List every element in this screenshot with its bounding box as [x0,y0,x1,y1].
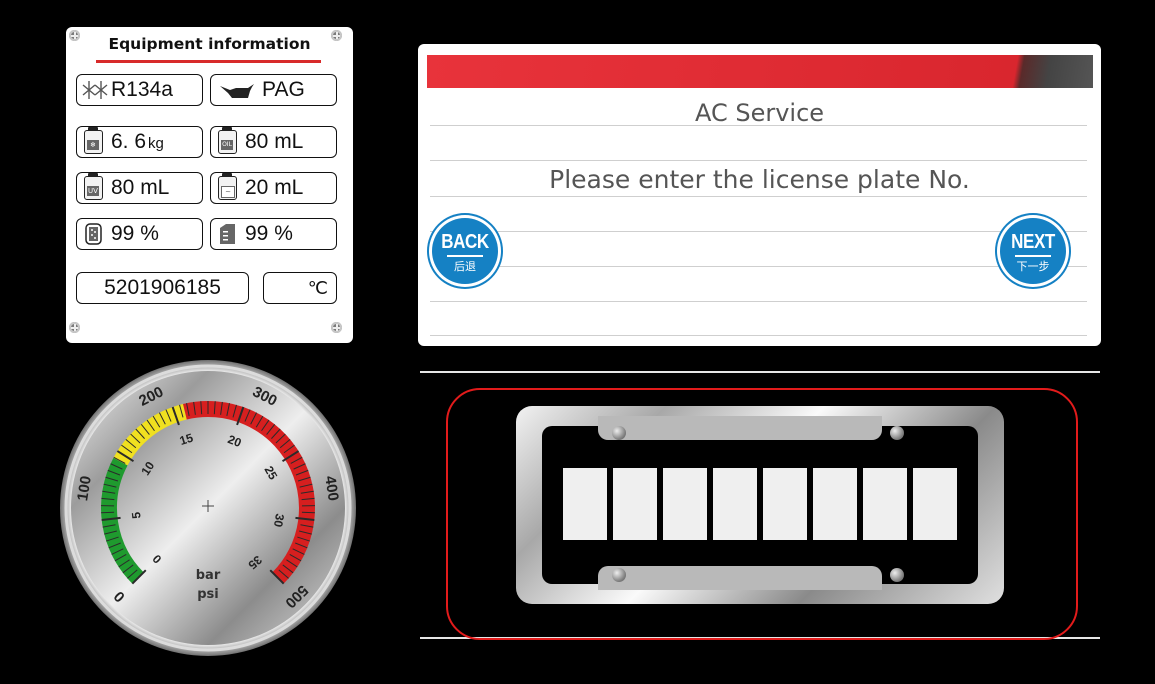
bolt-icon [890,568,904,582]
plate-char-slot[interactable] [713,468,757,540]
plate-char-slot[interactable] [913,468,957,540]
bolt-icon [612,568,626,582]
dialog-header-bar [427,55,1093,88]
oil-type-value: PAG [262,78,305,101]
next-button[interactable]: NEXT 下一步 [1000,218,1066,284]
refrigerant-type-cell: R134a [76,74,203,106]
oil-bottle-icon: OIL [218,127,237,154]
divider [430,335,1087,336]
screw-icon [331,322,342,333]
divider [430,231,1087,232]
waste-bottle-icon: ~ [218,173,237,200]
gauge-bar-label: 30 [271,513,287,529]
plate-frame-bottom-bracket [598,566,882,590]
tank-percent-value: 99 % [245,222,293,245]
tank-icon [218,222,237,246]
screw-icon [69,322,80,333]
oil-volume-value: 80 mL [245,130,304,153]
oil-can-icon [218,78,256,102]
refrigerant-type-value: R134a [111,78,173,101]
refrigerant-weight-value: 6. 6 [111,130,147,153]
gauge-unit-psi: psi [197,587,219,602]
title-underline [96,60,321,63]
back-button[interactable]: BACK 后退 [432,218,498,284]
divider [430,160,1087,161]
temperature-cell: ℃ [263,272,337,304]
plate-char-slot[interactable] [563,468,607,540]
divider [430,196,1087,197]
bolt-icon [612,426,626,440]
gauge-unit-bar: bar [196,568,221,583]
plate-char-slot[interactable] [813,468,857,540]
oil-type-cell: PAG [210,74,337,106]
filter-percent-value: 99 % [111,222,159,245]
equipment-title: Equipment information [108,35,311,53]
license-plate [516,406,1004,604]
equipment-info-panel: Equipment information R134a PAG ❄ 6. 6 k… [66,27,353,343]
waste-volume-cell: ~ 20 mL [210,172,337,204]
pressure-gauge: 0 100 200 300 400 500 0 5 10 15 20 25 30 35 bar psi [58,358,358,658]
oil-volume-cell: OIL 80 mL [210,126,337,158]
plate-char-slot[interactable] [863,468,907,540]
refrigerant-weight-cell: ❄ 6. 6 kg [76,126,203,158]
tank-percent-cell: 99 % [210,218,337,250]
temperature-unit: ℃ [307,277,328,298]
uv-volume-cell: UV 80 mL [76,172,203,204]
plate-char-slot[interactable] [763,468,807,540]
plate-frame-top-bracket [598,416,882,440]
plate-char-slot[interactable] [663,468,707,540]
gauge-tick [301,511,315,514]
refrigerant-bottle-icon: ❄ [84,127,103,154]
dialog-prompt: Please enter the license plate No. [549,165,970,194]
refrigerant-weight-unit: kg [148,135,164,152]
ac-service-dialog: AC Service Please enter the license plat… [418,44,1101,346]
separator-line [420,371,1100,373]
filter-icon [84,222,103,246]
uv-volume-value: 80 mL [111,176,170,199]
bolt-icon [890,426,904,440]
snowflake-icon [82,78,108,102]
dialog-title: AC Service [694,99,825,127]
divider [430,125,1087,126]
gauge-tick [101,511,115,514]
plate-char-slot[interactable] [613,468,657,540]
filter-percent-cell: 99 % [76,218,203,250]
divider [430,301,1087,302]
serial-number-value: 5201906185 [104,276,221,299]
serial-number-cell: 5201906185 [76,272,249,304]
uv-bottle-icon: UV [84,173,103,200]
divider [430,266,1087,267]
waste-volume-value: 20 mL [245,176,304,199]
